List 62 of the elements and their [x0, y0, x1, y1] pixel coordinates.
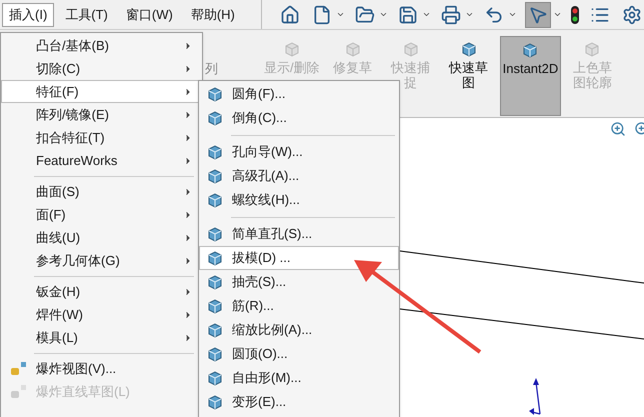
menu-item[interactable]: 模具(L) — [1, 326, 202, 349]
menu-bar-item[interactable]: 窗口(W) — [118, 2, 180, 26]
menu-item[interactable]: 倒角(C)... — [199, 106, 399, 130]
menu-item[interactable]: 参考几何体(G) — [1, 249, 202, 272]
menu-bar-item[interactable]: 帮助(H) — [184, 2, 242, 26]
cube-icon — [206, 369, 224, 387]
menu-item[interactable]: 阵列/镜像(E) — [1, 103, 202, 126]
dropdown-caret-icon[interactable] — [379, 10, 388, 19]
cube-icon — [206, 225, 224, 243]
cube-icon — [206, 143, 224, 161]
cube-icon — [583, 40, 602, 58]
menu-item[interactable]: 变形(E)... — [199, 390, 399, 414]
ribbon-button[interactable]: 快速草 图 — [442, 36, 496, 92]
dropdown-caret-icon[interactable] — [422, 10, 431, 19]
menu-item[interactable]: 曲线(U) — [1, 226, 202, 249]
cube-icon — [521, 41, 540, 59]
menu-item[interactable]: FeatureWorks — [1, 149, 202, 172]
menu-bar-item[interactable]: 工具(T) — [58, 2, 115, 26]
menu-item[interactable]: 扣合特征(T) — [1, 126, 202, 149]
cube-icon — [206, 393, 224, 411]
cube-icon — [206, 273, 224, 291]
menu-item[interactable]: 自由形(M)... — [199, 366, 399, 390]
cube-icon — [206, 167, 224, 185]
cube-icon — [206, 297, 224, 315]
menu-item[interactable]: 拔模(D) ... — [199, 246, 399, 270]
menu-item[interactable]: 孔向导(W)... — [199, 140, 399, 164]
menu-item[interactable]: 抽壳(S)... — [199, 270, 399, 294]
menu-item[interactable]: 焊件(W) — [1, 303, 202, 326]
menu-item[interactable]: 切除(C) — [1, 57, 202, 80]
menu-item[interactable]: 圆角(F)... — [199, 82, 399, 106]
cube-icon — [206, 249, 224, 267]
menu-item[interactable]: 缩放比例(A)... — [199, 318, 399, 342]
menu-item[interactable]: 爆炸视图(V)... — [1, 357, 202, 380]
cube-icon — [206, 321, 224, 339]
menu-item[interactable]: 螺纹线(H)... — [199, 188, 399, 212]
menu-item[interactable]: 高级孔(A)... — [199, 164, 399, 188]
menu-item[interactable]: 凸台/基体(B) — [1, 34, 202, 57]
menu-item[interactable]: 简单直孔(S)... — [199, 222, 399, 246]
exploded-view-icon — [10, 360, 28, 376]
zoom-icon[interactable] — [610, 121, 626, 137]
cube-icon — [206, 345, 224, 363]
cube-icon — [282, 40, 301, 58]
menu-item[interactable]: 面(F) — [1, 203, 202, 226]
menu-item[interactable]: 曲面(S) — [1, 180, 202, 203]
cube-icon — [206, 85, 224, 103]
exploded-view-icon — [10, 384, 28, 400]
cube-icon — [206, 109, 224, 127]
dropdown-caret-icon[interactable] — [465, 10, 474, 19]
dropdown-caret-icon[interactable] — [508, 10, 517, 19]
ribbon-button[interactable]: Instant2D — [500, 36, 562, 116]
menu-item[interactable]: 圆顶(O)... — [199, 342, 399, 366]
traffic-light-icon[interactable] — [570, 4, 580, 24]
menu-item[interactable]: 钣金(H) — [1, 280, 202, 303]
cube-icon — [402, 40, 420, 58]
dropdown-caret-icon[interactable] — [553, 10, 562, 19]
cube-icon — [206, 191, 224, 209]
cube-icon — [460, 40, 478, 58]
cube-icon — [344, 40, 362, 58]
menu-item[interactable]: 筋(R)... — [199, 294, 399, 318]
ribbon-label: 列 — [205, 62, 218, 76]
menu-bar-item[interactable]: 插入(I) — [2, 2, 54, 26]
dropdown-caret-icon[interactable] — [336, 10, 345, 19]
